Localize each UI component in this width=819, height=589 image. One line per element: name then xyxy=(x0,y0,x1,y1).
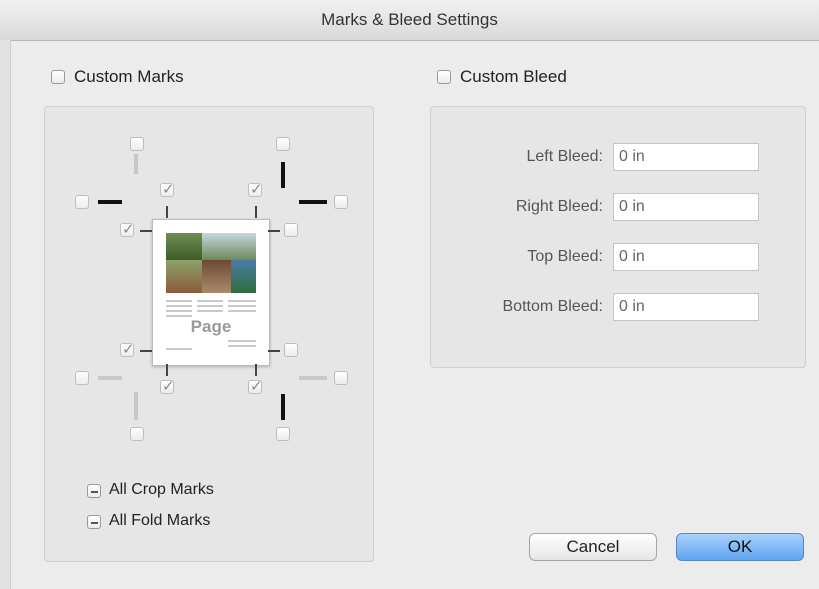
top-bleed-label: Top Bleed: xyxy=(527,248,603,265)
page-preview: Page xyxy=(152,219,270,366)
fold-tick xyxy=(166,364,168,376)
crop-mark-bottom-right-horizontal xyxy=(299,376,327,380)
page-photo xyxy=(202,233,256,260)
top-bleed-field[interactable]: 0 in xyxy=(613,243,759,271)
crop-mark-top-right-horizontal xyxy=(299,200,327,204)
all-fold-marks-checkbox[interactable] xyxy=(87,515,101,529)
fold-top-right-checkbox[interactable] xyxy=(248,180,263,198)
window-title: Marks & Bleed Settings xyxy=(0,0,819,41)
fold-bottom-left-checkbox[interactable] xyxy=(160,377,175,395)
fold-tick xyxy=(255,364,257,376)
page-photo xyxy=(202,260,231,293)
fold-left-bottom-checkbox[interactable] xyxy=(120,340,135,358)
page-photo xyxy=(231,260,256,293)
fold-tick xyxy=(268,350,280,352)
crop-bottom-left-horizontal-checkbox[interactable] xyxy=(75,371,89,385)
crop-mark-top-right-vertical xyxy=(281,162,285,188)
fold-tick xyxy=(140,230,152,232)
all-crop-marks-checkbox[interactable] xyxy=(87,484,101,498)
right-bleed-label: Right Bleed: xyxy=(515,198,603,215)
fold-tick xyxy=(140,350,152,352)
fold-tick xyxy=(166,206,168,218)
crop-mark-top-left-vertical xyxy=(134,154,138,174)
crop-top-left-horizontal-checkbox[interactable] xyxy=(75,195,89,209)
custom-bleed-checkbox[interactable] xyxy=(437,70,451,84)
all-fold-marks-label: All Fold Marks xyxy=(109,512,211,529)
fold-tick xyxy=(255,206,257,218)
bottom-bleed-label: Bottom Bleed: xyxy=(502,298,604,315)
fold-right-bottom-checkbox[interactable] xyxy=(284,343,298,357)
left-bleed-field[interactable]: 0 in xyxy=(613,143,759,171)
ok-button[interactable]: OK xyxy=(676,533,804,561)
page-photo xyxy=(166,233,202,260)
crop-top-right-vertical-checkbox[interactable] xyxy=(276,137,290,151)
custom-marks-label: Custom Marks xyxy=(74,67,184,86)
fold-tick xyxy=(268,230,280,232)
left-bleed-label: Left Bleed: xyxy=(526,148,604,165)
crop-bottom-left-vertical-checkbox[interactable] xyxy=(130,427,144,441)
crop-top-right-horizontal-checkbox[interactable] xyxy=(334,195,348,209)
crop-bottom-right-vertical-checkbox[interactable] xyxy=(276,427,290,441)
fold-left-top-checkbox[interactable] xyxy=(120,220,135,238)
page-photo xyxy=(166,260,202,293)
crop-mark-bottom-left-horizontal xyxy=(98,376,122,380)
all-crop-marks-label: All Crop Marks xyxy=(109,481,214,498)
right-bleed-field[interactable]: 0 in xyxy=(613,193,759,221)
fold-top-left-checkbox[interactable] xyxy=(160,180,175,198)
bottom-bleed-field[interactable]: 0 in xyxy=(613,293,759,321)
cancel-button[interactable]: Cancel xyxy=(529,533,657,561)
custom-bleed-label: Custom Bleed xyxy=(460,67,567,86)
crop-mark-bottom-right-vertical xyxy=(281,394,285,420)
crop-top-left-vertical-checkbox[interactable] xyxy=(130,137,144,151)
page-preview-label: Page xyxy=(190,317,232,336)
crop-bottom-right-horizontal-checkbox[interactable] xyxy=(334,371,348,385)
custom-marks-checkbox[interactable] xyxy=(51,70,65,84)
crop-mark-top-left-horizontal xyxy=(98,200,122,204)
crop-mark-bottom-left-vertical xyxy=(134,392,138,420)
window-edge xyxy=(0,40,11,589)
fold-right-top-checkbox[interactable] xyxy=(284,223,298,237)
fold-bottom-right-checkbox[interactable] xyxy=(248,377,263,395)
